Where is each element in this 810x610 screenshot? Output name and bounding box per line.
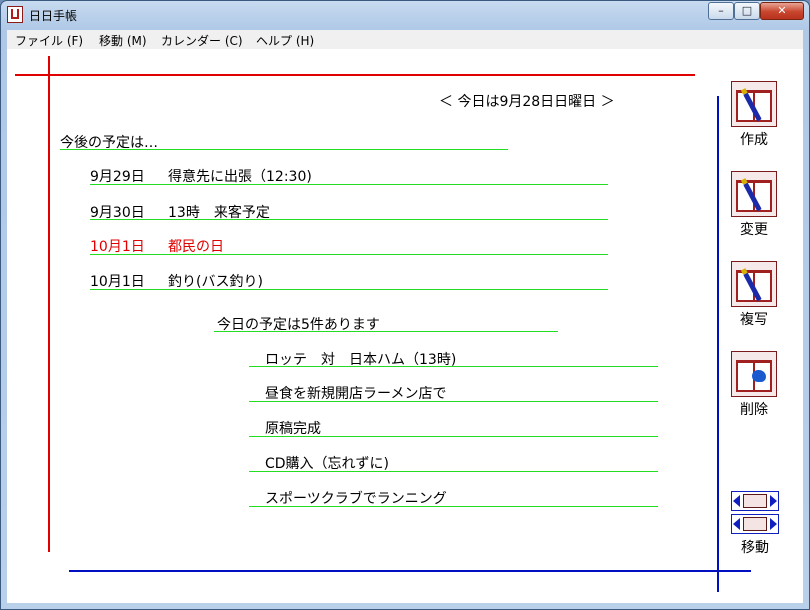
move-prev-next-top[interactable] [731,491,779,511]
today-title: 昼食を新規開店ラーメン店で [265,386,447,402]
maximize-button[interactable]: □ [734,2,760,20]
create-button[interactable]: 作成 [730,81,778,149]
menu-help[interactable]: ヘルプ (H) [256,32,314,49]
app-window: 日日手帳 – □ ✕ ファイル (F) 移動 (M) カレンダー (C) ヘルプ… [0,0,810,610]
item-underline [90,184,608,185]
today-title: CD購入（忘れずに) [265,456,390,472]
item-underline [249,401,658,402]
move-prev-next-bottom[interactable] [731,514,779,534]
upcoming-title: 釣り(バス釣り) [168,274,263,290]
left-margin-line [48,56,50,552]
book-open-icon [743,494,767,508]
date-navigator[interactable]: ＜ 今日は9月28日日曜日 ＞ [439,91,615,111]
close-button[interactable]: ✕ [760,2,804,20]
today-title: スポーツクラブでランニング [265,491,447,507]
item-underline [249,506,658,507]
arrow-left-icon[interactable] [733,495,740,507]
upcoming-date: 9月29日 [90,169,145,185]
upcoming-date: 10月1日 [90,239,145,255]
arrow-left-icon[interactable] [733,518,740,530]
book-page-icon [743,517,767,531]
item-underline [249,471,658,472]
item-underline [90,289,608,290]
copy-button[interactable]: 複写 [730,261,778,329]
minimize-button[interactable]: – [708,2,734,20]
delete-button[interactable]: 削除 [730,351,778,419]
item-underline [90,219,608,220]
item-underline [90,254,608,255]
menu-file[interactable]: ファイル (F) [15,32,83,49]
arrow-right-icon[interactable] [770,518,777,530]
menu-bar: ファイル (F) 移動 (M) カレンダー (C) ヘルプ (H) [7,30,803,49]
menu-move[interactable]: 移動 (M) [99,32,147,49]
book-copy-icon [731,261,777,307]
title-bar[interactable]: 日日手帳 – □ ✕ [1,1,809,29]
move-label: 移動 [741,540,769,556]
upcoming-title: 都民の日 [168,239,224,255]
item-underline [249,436,658,437]
bottom-margin-line [69,570,751,572]
arrow-right-icon[interactable] [770,495,777,507]
upcoming-date: 10月1日 [90,274,145,290]
copy-label: 複写 [740,312,768,328]
delete-label: 削除 [740,402,768,418]
upcoming-title: 得意先に出張（12:30) [168,169,312,185]
today-title: 原稿完成 [265,421,321,437]
top-margin-line [15,74,695,76]
heading-underline [60,149,508,150]
book-eraser-icon [731,351,777,397]
create-label: 作成 [740,132,768,148]
notebook-page: ＜ 今日は9月28日日曜日 ＞ 今後の予定は… 9月29日 得意先に出張（12:… [7,49,803,603]
window-title: 日日手帳 [29,9,78,23]
book-pen-icon [731,171,777,217]
app-icon[interactable] [7,6,23,23]
edit-label: 変更 [740,222,768,238]
move-control: 移動 [731,491,779,557]
heading-underline [214,331,558,332]
item-underline [249,366,658,367]
book-pen-icon [731,81,777,127]
right-margin-line [717,96,719,592]
edit-button[interactable]: 変更 [730,171,778,239]
menu-calendar[interactable]: カレンダー (C) [161,32,243,49]
